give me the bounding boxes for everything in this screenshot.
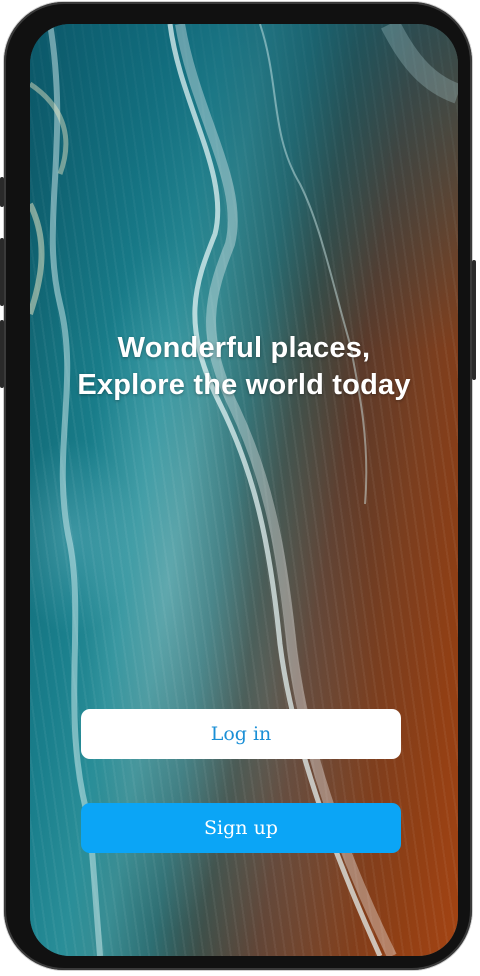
phone-frame: Wonderful places, Explore the world toda… xyxy=(0,2,476,970)
hero-headline: Wonderful places, Explore the world toda… xyxy=(30,330,458,404)
phone-volume-up-button xyxy=(0,238,4,306)
phone-volume-down-button xyxy=(0,320,4,388)
phone-power-button xyxy=(472,260,476,380)
signup-button[interactable]: Sign up xyxy=(81,803,401,853)
app-screen: Wonderful places, Explore the world toda… xyxy=(30,24,458,956)
headline-line-2: Explore the world today xyxy=(77,369,411,401)
phone-side-button xyxy=(0,177,4,207)
headline-line-1: Wonderful places, xyxy=(117,332,371,364)
login-button[interactable]: Log in xyxy=(81,709,401,759)
